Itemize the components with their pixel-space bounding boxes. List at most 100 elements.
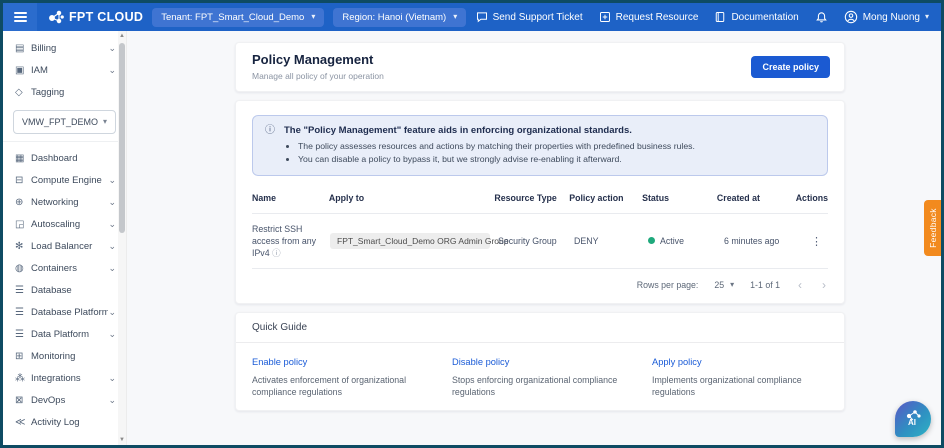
sidebar-item-devops[interactable]: ⊠ DevOps bbox=[3, 389, 126, 411]
tenant-select-label: Tenant: FPT_Smart_Cloud_Demo bbox=[161, 12, 304, 23]
ai-assistant-button[interactable]: AI bbox=[895, 401, 931, 437]
alert-title: The "Policy Management" feature aids in … bbox=[284, 124, 695, 137]
column-header-name: Name bbox=[252, 192, 329, 204]
sidebar-item-integrations[interactable]: ⁂ Integrations bbox=[3, 367, 126, 389]
data-platform-icon: ☰ bbox=[15, 329, 31, 340]
resource-box-icon bbox=[599, 11, 611, 23]
user-name: Mong Nuong bbox=[863, 12, 920, 23]
disable-policy-link[interactable]: Disable policy bbox=[452, 357, 509, 367]
molecule-icon bbox=[47, 9, 64, 26]
billing-icon: ▤ bbox=[15, 43, 31, 54]
rows-per-page-value: 25 bbox=[714, 280, 724, 290]
autoscaling-icon: ◲ bbox=[15, 219, 31, 230]
documentation-link[interactable]: Documentation bbox=[714, 11, 798, 23]
tenant-select[interactable]: Tenant: FPT_Smart_Cloud_Demo bbox=[152, 8, 324, 27]
status-badge: Active bbox=[660, 236, 684, 246]
page-header-card: Policy Management Manage all policy of y… bbox=[235, 42, 845, 92]
status-dot-icon bbox=[648, 237, 655, 244]
sidebar-item-database[interactable]: ☰ Database bbox=[3, 279, 126, 301]
chevron-down-icon bbox=[108, 197, 116, 208]
documentation-label: Documentation bbox=[731, 12, 798, 23]
policy-action-cell: DENY bbox=[574, 236, 648, 246]
load-balancer-icon: ✻ bbox=[15, 241, 31, 252]
alert-bullet: You can disable a policy to bypass it, b… bbox=[298, 153, 695, 166]
compute-engine-icon: ⊟ bbox=[15, 175, 31, 186]
page-title: Policy Management bbox=[252, 52, 751, 67]
sidebar-item-data-platform[interactable]: ☰ Data Platform bbox=[3, 323, 126, 345]
hamburger-menu-button[interactable] bbox=[3, 3, 37, 31]
sidebar-item-label: DevOps bbox=[31, 395, 108, 406]
create-policy-button[interactable]: Create policy bbox=[751, 56, 830, 78]
sidebar-item-label: Data Platform bbox=[31, 329, 108, 340]
info-alert: The "Policy Management" feature aids in … bbox=[252, 115, 828, 176]
sidebar-item-autoscaling[interactable]: ◲ Autoscaling bbox=[3, 213, 126, 235]
send-support-ticket-link[interactable]: Send Support Ticket bbox=[476, 11, 583, 23]
table-row: Restrict SSH access from any IPv4 FPT_Sm… bbox=[252, 214, 828, 269]
feedback-label: Feedback bbox=[928, 208, 938, 248]
rows-per-page-label: Rows per page: bbox=[637, 280, 699, 290]
chevron-down-icon bbox=[730, 281, 734, 289]
policy-table-card: The "Policy Management" feature aids in … bbox=[235, 100, 845, 304]
row-actions-kebab-icon[interactable] bbox=[805, 235, 828, 248]
request-resource-label: Request Resource bbox=[616, 12, 699, 23]
sidebar-item-tagging[interactable]: ◇ Tagging bbox=[3, 81, 126, 103]
actions-cell bbox=[804, 235, 828, 248]
info-icon[interactable] bbox=[272, 248, 281, 258]
column-header-status: Status bbox=[642, 193, 717, 203]
pagination-range: 1-1 of 1 bbox=[750, 280, 780, 290]
enable-policy-description: Activates enforcement of organizational … bbox=[252, 374, 428, 398]
column-header-created-at: Created at bbox=[717, 193, 796, 203]
containers-icon: ◍ bbox=[15, 263, 31, 274]
previous-page-button[interactable]: ‹ bbox=[796, 278, 804, 292]
column-header-policy-action: Policy action bbox=[569, 193, 642, 203]
user-menu[interactable]: Mong Nuong bbox=[844, 10, 929, 24]
sidebar-item-database-platform[interactable]: ☰ Database Platform bbox=[3, 301, 126, 323]
sidebar-item-billing[interactable]: ▤ Billing bbox=[3, 37, 126, 59]
scroll-up-arrow-icon[interactable]: ▲ bbox=[118, 31, 126, 41]
apply-to-cell: FPT_Smart_Cloud_Demo ORG Admin Group bbox=[330, 233, 498, 249]
sidebar-item-load-balancer[interactable]: ✻ Load Balancer bbox=[3, 235, 126, 257]
sidebar-item-activity-log[interactable]: ≪ Activity Log bbox=[3, 411, 126, 433]
apply-policy-link[interactable]: Apply policy bbox=[652, 357, 702, 367]
sidebar-item-compute-engine[interactable]: ⊟ Compute Engine bbox=[3, 169, 126, 191]
request-resource-link[interactable]: Request Resource bbox=[599, 11, 699, 23]
chevron-down-icon bbox=[108, 395, 116, 406]
chevron-down-icon bbox=[108, 43, 116, 54]
notification-bell-icon[interactable] bbox=[815, 11, 828, 24]
sidebar-item-label: Tagging bbox=[31, 87, 116, 98]
chevron-down-icon bbox=[453, 13, 457, 21]
sidebar-item-label: Load Balancer bbox=[31, 241, 108, 252]
sidebar-scrollbar[interactable]: ▲ ▼ bbox=[118, 31, 126, 445]
sidebar-item-containers[interactable]: ◍ Containers bbox=[3, 257, 126, 279]
next-page-button[interactable]: › bbox=[820, 278, 828, 292]
resource-type-cell: Security Group bbox=[498, 236, 574, 246]
rows-per-page-select[interactable]: 25 bbox=[714, 280, 734, 290]
sidebar-item-iam[interactable]: ▣ IAM bbox=[3, 59, 126, 81]
sidebar-item-label: Networking bbox=[31, 197, 108, 208]
activity-log-icon: ≪ bbox=[15, 417, 31, 428]
created-at-cell: 6 minutes ago bbox=[724, 236, 804, 246]
sidebar-item-networking[interactable]: ⊕ Networking bbox=[3, 191, 126, 213]
alert-bullet: The policy assesses resources and action… bbox=[298, 140, 695, 153]
enable-policy-link[interactable]: Enable policy bbox=[252, 357, 307, 367]
hamburger-icon bbox=[14, 10, 27, 24]
database-icon: ☰ bbox=[15, 285, 31, 296]
sidebar-item-label: Monitoring bbox=[31, 351, 116, 362]
sidebar-item-label: Autoscaling bbox=[31, 219, 108, 230]
ai-molecule-icon: AI bbox=[902, 408, 924, 430]
info-icon bbox=[265, 124, 275, 166]
scroll-down-arrow-icon[interactable]: ▼ bbox=[118, 435, 126, 445]
sidebar-item-monitoring[interactable]: ⊞ Monitoring bbox=[3, 345, 126, 367]
project-select[interactable]: VMW_FPT_DEMO bbox=[13, 110, 116, 134]
scrollbar-thumb[interactable] bbox=[119, 43, 125, 233]
app-window: FPT CLOUD Tenant: FPT_Smart_Cloud_Demo R… bbox=[0, 0, 944, 448]
feedback-tab[interactable]: Feedback bbox=[924, 200, 941, 256]
quick-guide-title: Quick Guide bbox=[236, 313, 844, 343]
region-select[interactable]: Region: Hanoi (Vietnam) bbox=[333, 8, 466, 27]
chevron-down-icon bbox=[103, 118, 107, 126]
quick-guide-grid: Enable policy Activates enforcement of o… bbox=[236, 343, 844, 410]
sidebar-item-label: Containers bbox=[31, 263, 108, 274]
logo-text: FPT CLOUD bbox=[69, 10, 143, 24]
chevron-down-icon bbox=[108, 241, 116, 252]
sidebar-item-dashboard[interactable]: ▦ Dashboard bbox=[3, 147, 126, 169]
